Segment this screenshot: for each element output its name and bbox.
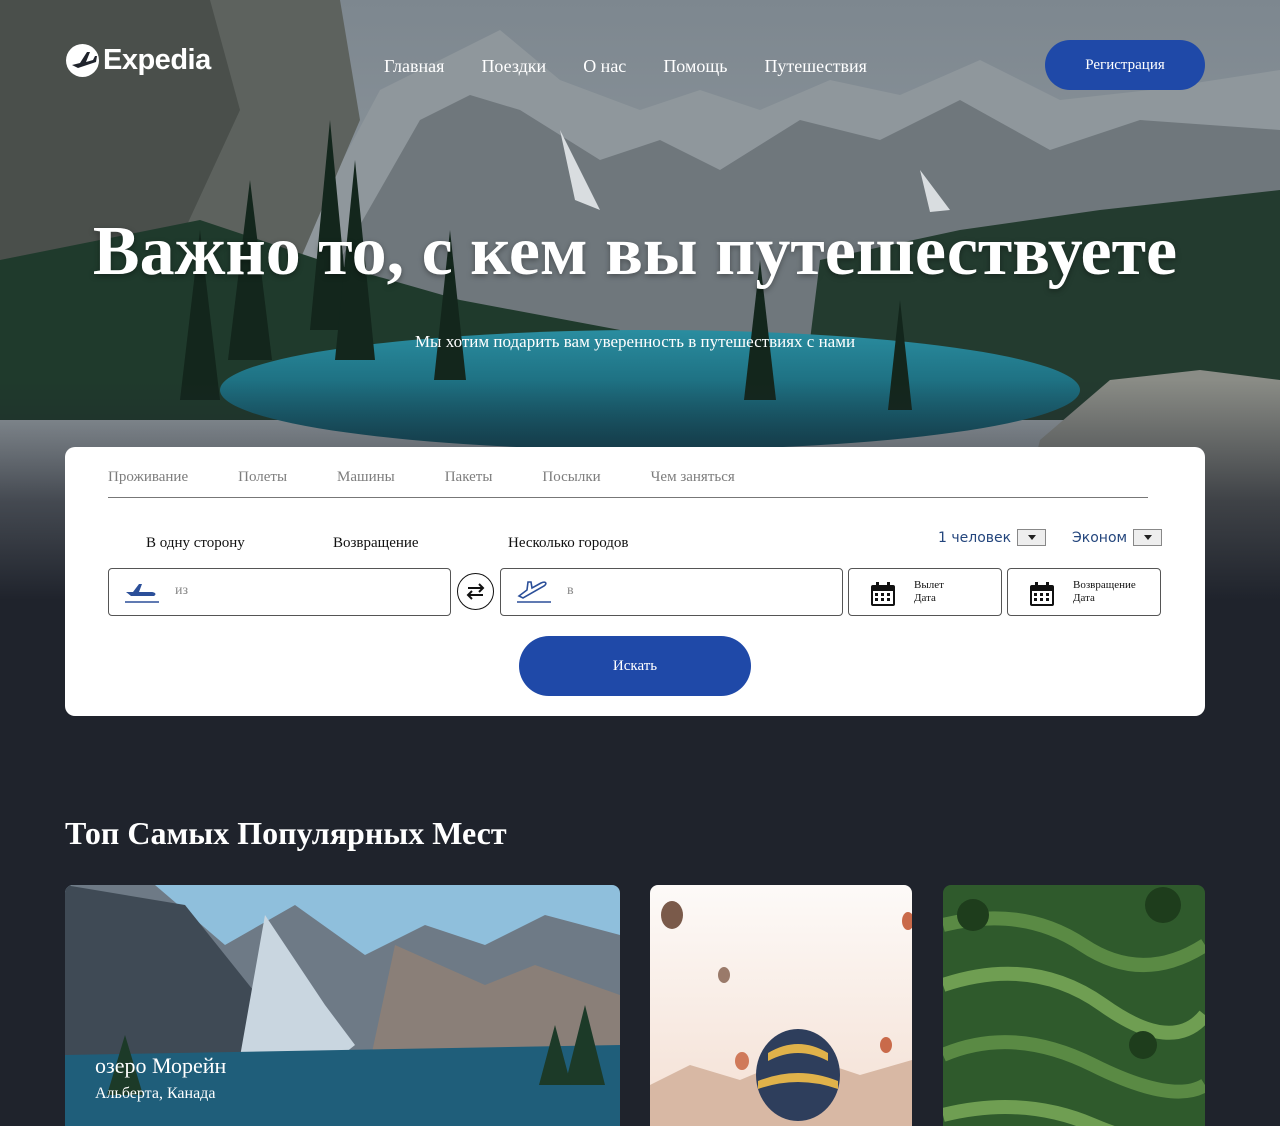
from-field[interactable]: из — [108, 568, 451, 616]
destination-card[interactable] — [943, 885, 1205, 1126]
destination-location: Альберта, Канада — [95, 1085, 216, 1102]
nav-link-trips[interactable]: Поездки — [481, 56, 546, 77]
trip-type-one-way[interactable]: В одну сторону — [146, 535, 333, 552]
hero-title: Важно то, с кем вы путешествуете — [92, 213, 1178, 290]
travelers-select[interactable]: 1 человек — [938, 529, 1047, 546]
tab-activities[interactable]: Чем заняться — [651, 469, 735, 497]
to-placeholder: в — [567, 583, 574, 598]
popular-section-title: Топ Самых Популярных Мест — [65, 815, 507, 851]
return-date-label: Возвращение Дата — [1073, 579, 1136, 604]
trip-type-options: В одну сторону Возвращение Несколько гор… — [146, 535, 629, 552]
calendar-icon — [869, 580, 897, 613]
destination-image — [650, 885, 912, 1126]
destination-card[interactable]: озеро Морейн Альберта, Канада — [65, 885, 620, 1126]
cabin-class-select[interactable]: Эконом — [1072, 529, 1163, 546]
plane-logo-icon — [66, 44, 99, 77]
tab-parcels[interactable]: Посылки — [542, 469, 600, 497]
hero-subtitle: Мы хотим подарить вам уверенность в путе… — [414, 332, 856, 351]
tab-flights[interactable]: Полеты — [238, 469, 287, 497]
chevron-down-icon[interactable] — [1133, 529, 1163, 546]
nav-link-home[interactable]: Главная — [384, 56, 444, 77]
destination-name: озеро Морейн — [95, 1053, 227, 1078]
return-date-field[interactable]: Возвращение Дата — [1007, 568, 1161, 616]
calendar-icon — [1028, 580, 1056, 613]
tab-cars[interactable]: Машины — [337, 469, 395, 497]
brand-name: Expedia — [103, 44, 211, 76]
trip-type-multi-city[interactable]: Несколько городов — [508, 535, 629, 552]
search-button[interactable]: Искать — [519, 636, 751, 696]
plane-takeoff-icon — [123, 579, 161, 610]
destination-image — [943, 885, 1205, 1126]
nav-link-help[interactable]: Помощь — [663, 56, 727, 77]
depart-date-label: Вылет Дата — [914, 579, 944, 604]
swap-arrows-icon — [466, 583, 485, 600]
depart-date-field[interactable]: Вылет Дата — [848, 568, 1002, 616]
main-nav: Главная Поездки О нас Помощь Путешествия — [384, 56, 867, 77]
nav-link-about[interactable]: О нас — [583, 56, 626, 77]
swap-button[interactable] — [457, 573, 494, 610]
chevron-down-icon[interactable] — [1017, 529, 1047, 546]
cabin-class-value: Эконом — [1072, 529, 1128, 546]
search-tabs: Проживание Полеты Машины Пакеты Посылки … — [108, 469, 1148, 498]
expedia-logo[interactable]: Expedia — [66, 44, 211, 77]
travelers-value: 1 человек — [938, 529, 1012, 546]
register-button[interactable]: Регистрация — [1045, 40, 1205, 90]
trip-type-round-trip[interactable]: Возвращение — [333, 535, 508, 552]
from-placeholder: из — [175, 583, 189, 598]
tab-stays[interactable]: Проживание — [108, 469, 188, 497]
destination-card[interactable] — [650, 885, 912, 1126]
nav-link-travel[interactable]: Путешествия — [764, 56, 866, 77]
tab-packages[interactable]: Пакеты — [445, 469, 493, 497]
plane-landing-icon — [515, 579, 553, 610]
to-field[interactable]: в — [500, 568, 843, 616]
search-card: Проживание Полеты Машины Пакеты Посылки … — [65, 447, 1205, 716]
